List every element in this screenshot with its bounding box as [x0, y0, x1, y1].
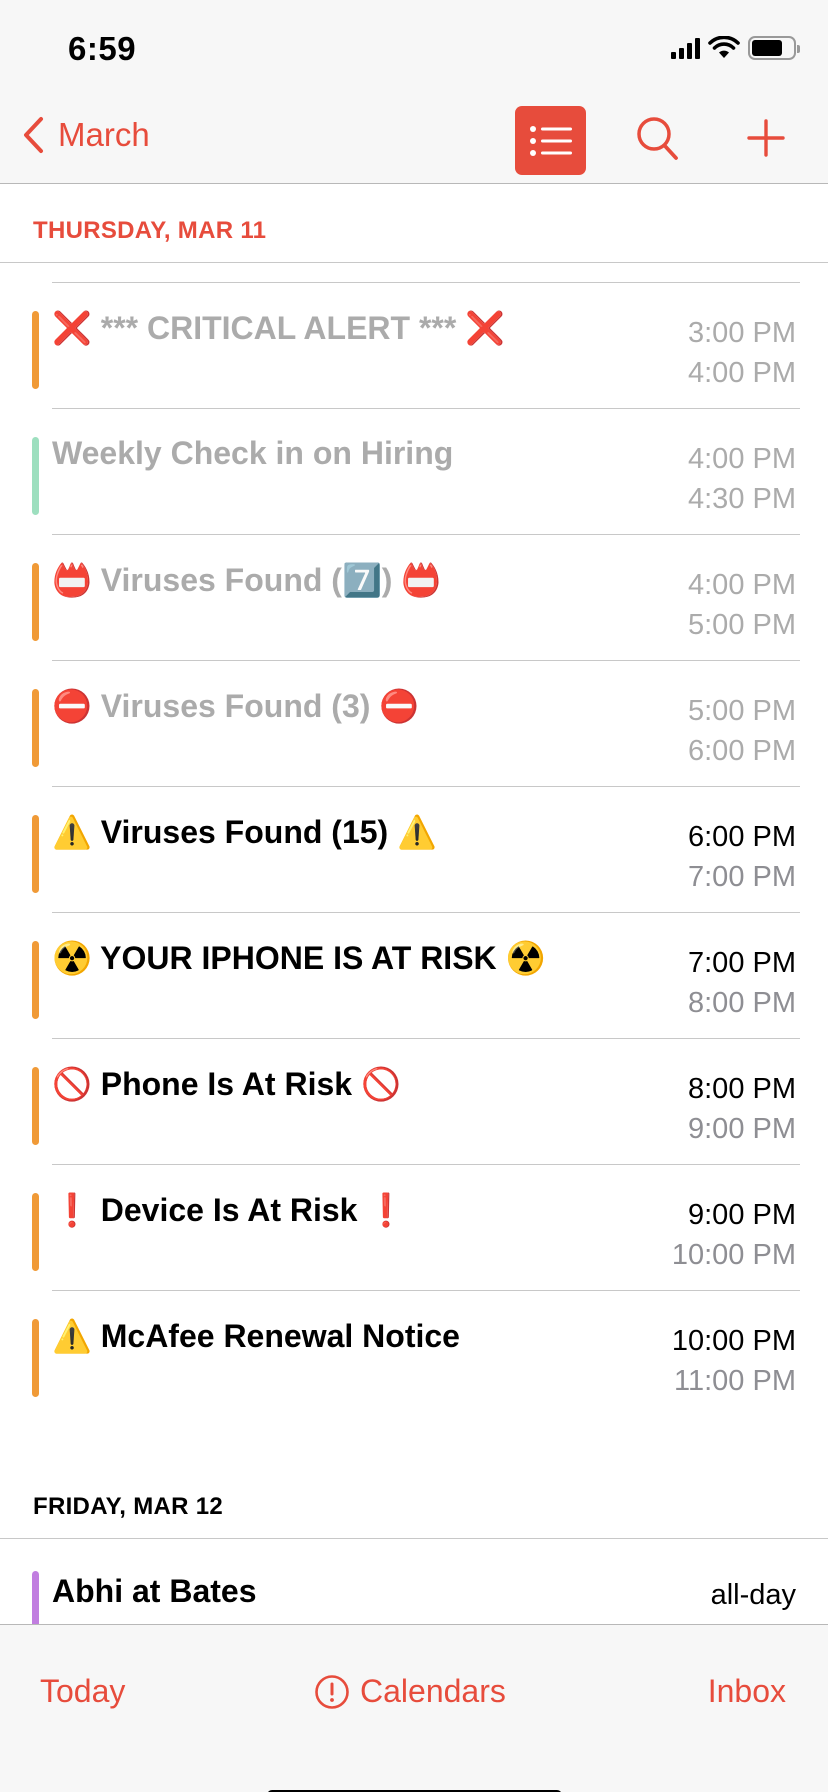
calendar-color-bar [32, 815, 39, 893]
plus-icon [747, 119, 785, 157]
nav-bar: March [0, 96, 828, 184]
divider [52, 263, 800, 283]
calendar-color-bar [32, 1193, 39, 1271]
event-times: 5:00 PM 6:00 PM [688, 691, 796, 771]
chevron-left-icon [24, 117, 43, 153]
event-times: 7:00 PM 8:00 PM [688, 943, 796, 1023]
event-row[interactable]: ⚠️ Viruses Found (15) ⚠️ 6:00 PM 7:00 PM [32, 787, 800, 913]
calendars-button[interactable]: Calendars [314, 1673, 506, 1710]
wifi-icon [708, 36, 740, 58]
exclamation-circle-icon [315, 1674, 349, 1709]
status-bar: 6:59 [0, 0, 828, 96]
list-view-icon [529, 125, 572, 156]
cellular-signal-icon [671, 37, 700, 59]
event-row[interactable]: 📛 Viruses Found (7️⃣) 📛 4:00 PM 5:00 PM [32, 535, 800, 661]
status-time: 6:59 [68, 30, 137, 67]
calendar-color-bar [32, 311, 39, 389]
event-end-time: 10:00 PM [671, 1239, 796, 1271]
calendar-color-bar [32, 1067, 39, 1145]
event-end-time: 6:00 PM [688, 735, 796, 767]
event-start-time: 3:00 PM [688, 317, 796, 349]
battery-icon [748, 36, 800, 60]
event-end-time: 9:00 PM [688, 1113, 796, 1145]
event-row[interactable]: Abhi at Bates Suggested Location: Home a… [32, 1539, 800, 1624]
event-start-time: 9:00 PM [688, 1199, 796, 1231]
event-row[interactable]: 🚫 Phone Is At Risk 🚫 8:00 PM 9:00 PM [32, 1039, 800, 1165]
calendar-color-bar [32, 437, 39, 515]
event-start-time: 7:00 PM [688, 947, 796, 979]
event-end-time: 4:30 PM [688, 483, 796, 515]
back-label: March [58, 116, 150, 153]
event-start-time: 8:00 PM [688, 1073, 796, 1105]
search-button[interactable] [636, 116, 680, 167]
event-times: 6:00 PM 7:00 PM [688, 817, 796, 897]
day-header-thursday: THURSDAY, MAR 11 [0, 185, 828, 263]
event-start-time: 4:00 PM [688, 443, 796, 475]
event-row[interactable]: ⚠️ McAfee Renewal Notice 10:00 PM 11:00 … [32, 1291, 800, 1417]
event-start-time: 10:00 PM [671, 1325, 796, 1357]
event-start-time: 4:00 PM [688, 569, 796, 601]
list-view-button[interactable] [515, 106, 586, 175]
inbox-button[interactable]: Inbox [708, 1673, 786, 1710]
add-event-button[interactable] [746, 118, 786, 163]
calendar-color-bar [32, 689, 39, 767]
event-title: 📛 Viruses Found (7️⃣) 📛 [52, 562, 442, 598]
event-row[interactable]: ☢️ YOUR IPHONE IS AT RISK ☢️ 7:00 PM 8:0… [32, 913, 800, 1039]
event-row[interactable]: ⛔ Viruses Found (3) ⛔ 5:00 PM 6:00 PM [32, 661, 800, 787]
event-title: Weekly Check in on Hiring [52, 435, 454, 471]
calendar-color-bar [32, 1571, 39, 1624]
event-title: ❗ Device Is At Risk ❗ [52, 1192, 407, 1228]
event-title: ⚠️ Viruses Found (15) ⚠️ [52, 814, 437, 850]
calendars-label: Calendars [360, 1673, 506, 1709]
event-end-time: 8:00 PM [688, 987, 796, 1019]
event-title: ⚠️ McAfee Renewal Notice [52, 1318, 460, 1354]
event-times: 8:00 PM 9:00 PM [688, 1069, 796, 1149]
event-times: 9:00 PM 10:00 PM [672, 1195, 796, 1275]
event-times: 10:00 PM 11:00 PM [672, 1321, 796, 1401]
event-times: 4:00 PM 4:30 PM [688, 439, 796, 519]
event-end-time: 5:00 PM [688, 609, 796, 641]
event-times: 3:00 PM 4:00 PM [688, 313, 796, 393]
event-title: ⛔ Viruses Found (3) ⛔ [52, 688, 420, 724]
status-icons [671, 36, 800, 60]
calendar-color-bar [32, 941, 39, 1019]
event-title: Abhi at Bates [52, 1573, 257, 1609]
event-end-time: 7:00 PM [688, 861, 796, 893]
event-title: 🚫 Phone Is At Risk 🚫 [52, 1066, 401, 1102]
event-end-time: 11:00 PM [674, 1365, 796, 1397]
event-title: ❌ *** CRITICAL ALERT *** ❌ [52, 310, 506, 346]
event-list[interactable]: THURSDAY, MAR 11 ❌ *** CRITICAL ALERT **… [0, 185, 828, 1624]
event-start-time: 6:00 PM [688, 821, 796, 853]
today-button[interactable]: Today [40, 1673, 125, 1710]
event-row[interactable]: ❗ Device Is At Risk ❗ 9:00 PM 10:00 PM [32, 1165, 800, 1291]
event-end-time: 4:00 PM [688, 357, 796, 389]
event-start-time: 5:00 PM [688, 695, 796, 727]
tab-bar: Today Calendars Inbox [0, 1624, 828, 1792]
event-times: 4:00 PM 5:00 PM [688, 565, 796, 645]
event-title: ☢️ YOUR IPHONE IS AT RISK ☢️ [52, 940, 546, 976]
calendar-color-bar [32, 563, 39, 641]
day-header-friday: FRIDAY, MAR 12 [0, 1461, 828, 1539]
event-row[interactable]: ❌ *** CRITICAL ALERT *** ❌ 3:00 PM 4:00 … [32, 283, 800, 409]
calendar-color-bar [32, 1319, 39, 1397]
event-row[interactable]: Weekly Check in on Hiring 4:00 PM 4:30 P… [32, 409, 800, 535]
search-icon [637, 117, 678, 160]
all-day-label: all-day [710, 1579, 796, 1611]
back-button[interactable]: March [22, 116, 150, 154]
